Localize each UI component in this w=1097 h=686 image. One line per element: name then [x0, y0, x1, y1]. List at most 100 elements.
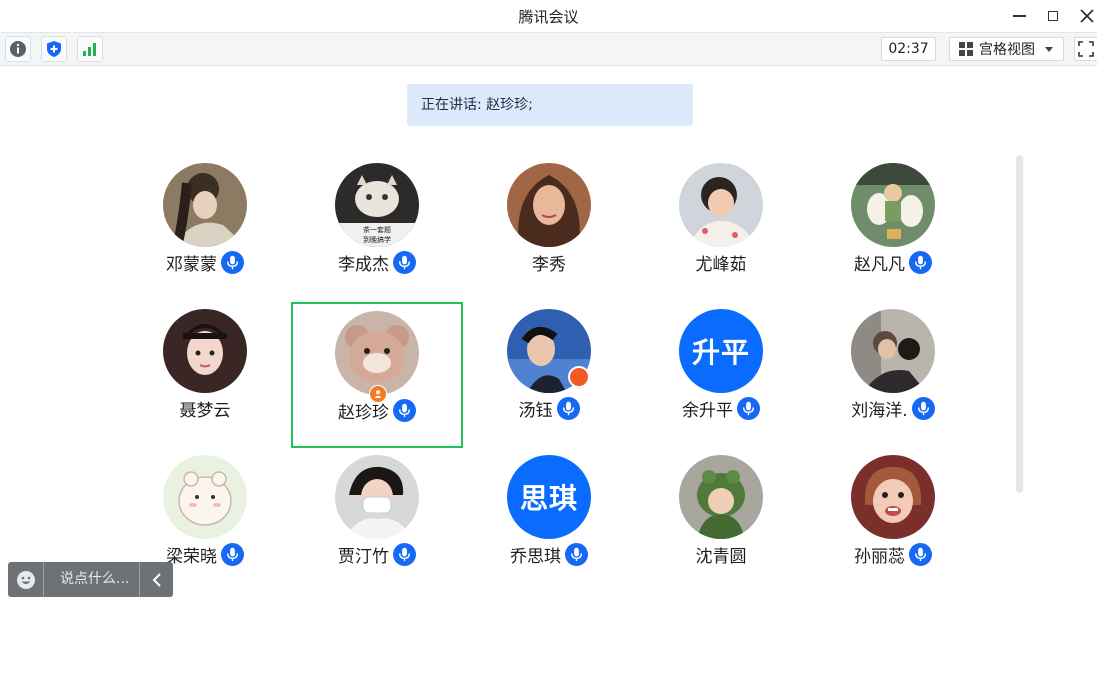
participant-tile[interactable]: 邓蒙蒙: [119, 154, 291, 300]
meeting-toolbar: 02:37 宫格视图: [0, 32, 1097, 66]
participant-tile-active-speaker[interactable]: 赵珍珍: [291, 302, 463, 448]
avatar-initials: 升平: [679, 309, 763, 393]
participant-tile[interactable]: 汤钰: [463, 300, 635, 446]
participant-name-row: 尤峰茹: [635, 250, 807, 275]
fullscreen-icon: [1078, 41, 1094, 57]
security-button[interactable]: [41, 36, 67, 62]
participant-name-row: 刘海洋.: [807, 396, 979, 421]
participant-name: 沈青圆: [695, 546, 747, 567]
collapse-chat-button[interactable]: [139, 562, 173, 597]
avatar: 茶一套题 到晚搞学: [335, 163, 419, 247]
avatar: [163, 309, 247, 393]
participant-name-row: 孙丽蕊: [807, 542, 979, 567]
participant-name-row: 余升平: [635, 396, 807, 421]
smiley-icon: [16, 570, 35, 589]
participant-name: 乔思琪: [510, 546, 561, 567]
participant-name: 刘海洋.: [851, 400, 908, 421]
meeting-info-button[interactable]: [5, 36, 31, 62]
avatar-initials: 思琪: [507, 455, 591, 539]
fullscreen-button[interactable]: [1074, 37, 1097, 61]
microphone-icon[interactable]: [221, 542, 244, 566]
maximize-icon: [1048, 11, 1058, 21]
close-icon: [1080, 9, 1094, 23]
info-icon: [10, 41, 26, 57]
scrollbar[interactable]: [1016, 155, 1023, 493]
avatar-caption: 到晚搞学: [363, 235, 391, 244]
view-mode-dropdown[interactable]: 宫格视图: [949, 37, 1064, 61]
participant-tile[interactable]: 李秀: [463, 154, 635, 300]
status-dot: [568, 366, 590, 388]
participant-tile[interactable]: 刘海洋.: [807, 300, 979, 446]
avatar: [851, 163, 935, 247]
signal-icon: [83, 43, 96, 56]
participant-name-row: 乔思琪: [463, 542, 635, 567]
participant-name: 赵珍珍: [338, 402, 389, 423]
chat-input[interactable]: 说点什么...: [44, 562, 139, 597]
avatar-caption: 茶一套题: [363, 225, 391, 234]
avatar: [851, 309, 935, 393]
microphone-icon[interactable]: [909, 250, 932, 274]
emoji-button[interactable]: [8, 562, 44, 597]
participant-tile[interactable]: 茶一套题 到晚搞学 李成杰: [291, 154, 463, 300]
participant-tile[interactable]: 沈青圆: [635, 446, 807, 592]
participant-name: 孙丽蕊: [854, 546, 905, 567]
speaking-indicator: 正在讲话: 赵珍珍;: [407, 84, 693, 126]
participant-name: 尤峰茹: [695, 254, 747, 275]
participant-name: 李成杰: [338, 254, 389, 275]
view-mode-label: 宫格视图: [979, 42, 1035, 58]
chat-bar: 说点什么...: [8, 562, 173, 597]
participant-name-row: 李秀: [463, 250, 635, 275]
participant-tile[interactable]: 赵凡凡: [807, 154, 979, 300]
avatar: [679, 163, 763, 247]
microphone-icon[interactable]: [393, 250, 416, 274]
participant-tile[interactable]: 尤峰茹: [635, 154, 807, 300]
participant-name-row: 邓蒙蒙: [119, 250, 291, 275]
microphone-icon[interactable]: [737, 396, 760, 420]
participant-name: 赵凡凡: [854, 254, 905, 275]
avatar: [851, 455, 935, 539]
chevron-left-icon: [152, 572, 161, 587]
participant-name-row: 沈青圆: [635, 542, 807, 567]
window-title: 腾讯会议: [518, 8, 579, 26]
participant-name: 余升平: [682, 400, 733, 421]
participant-tile[interactable]: 孙丽蕊: [807, 446, 979, 592]
microphone-icon[interactable]: [221, 250, 244, 274]
participant-tile[interactable]: 思琪 乔思琪: [463, 446, 635, 592]
participant-name: 贾汀竹: [338, 546, 389, 567]
participant-name-row: 汤钰: [463, 396, 635, 421]
avatar: [163, 163, 247, 247]
participant-name-row: 李成杰: [291, 250, 463, 275]
chevron-down-icon: [1045, 46, 1053, 52]
participant-tile[interactable]: 升平 余升平: [635, 300, 807, 446]
avatar: [335, 455, 419, 539]
avatar: [335, 311, 419, 395]
participant-name-row: 贾汀竹: [291, 542, 463, 567]
microphone-icon[interactable]: [393, 398, 416, 422]
microphone-icon[interactable]: [911, 396, 935, 420]
meeting-timer: 02:37: [881, 37, 936, 61]
shield-icon: [47, 41, 61, 57]
microphone-icon[interactable]: [565, 542, 588, 566]
participant-name: 汤钰: [518, 400, 553, 421]
participant-name-row: 聂梦云: [119, 396, 291, 421]
participant-name: 邓蒙蒙: [166, 254, 217, 275]
participant-tile[interactable]: 贾汀竹: [291, 446, 463, 592]
avatar: [163, 455, 247, 539]
maximize-button[interactable]: [1040, 4, 1066, 28]
microphone-icon[interactable]: [393, 542, 416, 566]
participant-name-row: 赵凡凡: [807, 250, 979, 275]
microphone-icon[interactable]: [909, 542, 932, 566]
avatar: [679, 455, 763, 539]
participant-name: 聂梦云: [179, 400, 231, 421]
participant-name: 梁荣晓: [166, 546, 217, 567]
minimize-icon: [1012, 15, 1026, 17]
participant-tile[interactable]: 聂梦云: [119, 300, 291, 446]
minimize-button[interactable]: [1006, 4, 1032, 28]
close-button[interactable]: [1074, 4, 1097, 28]
network-status-button[interactable]: [77, 36, 103, 62]
participant-name-row: 赵珍珍: [293, 398, 461, 423]
title-bar: 腾讯会议: [0, 0, 1097, 32]
participant-name: 李秀: [532, 254, 566, 275]
grid-view-icon: [959, 42, 973, 56]
microphone-icon[interactable]: [556, 396, 580, 420]
